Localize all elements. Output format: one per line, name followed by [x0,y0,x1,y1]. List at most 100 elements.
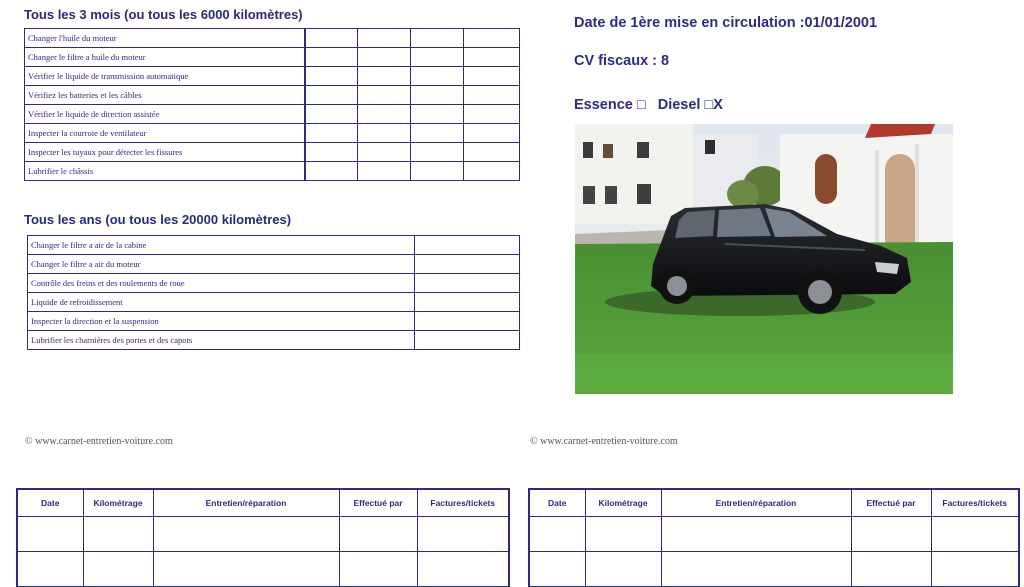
task-label: Changer l'huile du moteur [24,28,305,48]
check-cell[interactable] [463,47,520,67]
check-cell[interactable] [303,66,358,86]
log-cell[interactable] [152,516,340,552]
check-cell[interactable] [463,66,520,86]
check-cell[interactable] [414,311,520,331]
task-label: Lubrifier le châssis [24,161,305,181]
log-cell[interactable] [338,516,418,552]
log-cell[interactable] [82,516,154,552]
check-cell[interactable] [463,161,520,181]
car-photo [575,124,953,394]
task-label: Changer le filtre a huile du moteur [24,47,305,67]
check-cell[interactable] [303,28,358,48]
check-cell[interactable] [303,104,358,124]
check-cell[interactable] [414,292,520,312]
table-row: Inspecter les tuyaux pour détecter les f… [24,142,520,162]
task-label: Changer le filtre a air du moteur [27,254,415,274]
check-cell[interactable] [410,161,464,181]
table-row: Changer le filtre a air de la cabine [27,235,520,255]
log-cell[interactable] [82,551,154,587]
log-cell[interactable] [416,516,510,552]
table-row: Vérifier le liquide de transmission auto… [24,66,520,86]
check-cell[interactable] [463,85,520,105]
copyright-left: © www.carnet-entretien-voiture.com [25,436,173,447]
table-row: Changer l'huile du moteur [24,28,520,48]
check-cell[interactable] [463,123,520,143]
check-cell[interactable] [410,66,464,86]
check-cell[interactable] [357,66,411,86]
task-label: Inspecter les tuyaux pour détecter les f… [24,142,305,162]
log-cell[interactable] [16,551,84,587]
check-cell[interactable] [303,123,358,143]
column-header-invoices: Factures/tickets [416,488,510,517]
check-cell[interactable] [463,28,520,48]
check-cell[interactable] [410,85,464,105]
table-row: Changer le filtre a air du moteur [27,254,520,274]
task-label: Vérifier le liquide de transmission auto… [24,66,305,86]
log-cell[interactable] [16,516,84,552]
table-row [16,516,510,552]
check-cell[interactable] [463,142,520,162]
table-row: Contrôle des freins et des roulements de… [27,273,520,293]
task-label: Changer le filtre a air de la cabine [27,235,415,255]
log-cell[interactable] [528,551,586,587]
log-cell[interactable] [528,516,586,552]
table-row: Liquide de refroidissement [27,292,520,312]
column-header-performed-by: Effectué par [850,488,932,517]
table-row [528,551,1020,587]
column-header-invoices: Factures/tickets [930,488,1020,517]
log-cell[interactable] [850,551,932,587]
table-row: Changer le filtre a huile du moteur [24,47,520,67]
copyright-right: © www.carnet-entretien-voiture.com [530,436,678,447]
task-label: Vérifiez les batteries et les câbles [24,85,305,105]
quarterly-section-title: Tous les 3 mois (ou tous les 6000 kilomè… [24,7,303,22]
fiscal-horsepower: CV fiscaux : 8 [574,53,670,69]
column-header-performed-by: Effectué par [338,488,418,517]
column-header-service: Entretien/réparation [660,488,852,517]
check-cell[interactable] [303,161,358,181]
check-cell[interactable] [414,254,520,274]
check-cell[interactable] [410,142,464,162]
maintenance-log-table-right: Date Kilométrage Entretien/réparation Ef… [528,488,1020,587]
check-cell[interactable] [414,235,520,255]
table-header-row: Date Kilométrage Entretien/réparation Ef… [16,488,510,517]
table-row: Inspecter la direction et la suspension [27,311,520,331]
column-header-date: Date [528,488,586,517]
check-cell[interactable] [414,273,520,293]
check-cell[interactable] [357,123,411,143]
check-cell[interactable] [357,28,411,48]
check-cell[interactable] [410,47,464,67]
check-cell[interactable] [410,104,464,124]
check-cell[interactable] [414,330,520,350]
check-cell[interactable] [357,104,411,124]
check-cell[interactable] [303,47,358,67]
check-cell[interactable] [303,142,358,162]
log-cell[interactable] [930,551,1020,587]
check-cell[interactable] [463,104,520,124]
column-header-date: Date [16,488,84,517]
quarterly-checklist-table: Changer l'huile du moteur Changer le fil… [24,28,520,181]
log-cell[interactable] [850,516,932,552]
task-label: Liquide de refroidissement [27,292,415,312]
yearly-checklist-table: Changer le filtre a air de la cabine Cha… [27,235,520,350]
log-cell[interactable] [584,516,662,552]
log-cell[interactable] [338,551,418,587]
check-cell[interactable] [357,142,411,162]
maintenance-log-table-left: Date Kilométrage Entretien/réparation Ef… [16,488,510,587]
table-header-row: Date Kilométrage Entretien/réparation Ef… [528,488,1020,517]
column-header-service: Entretien/réparation [152,488,340,517]
check-cell[interactable] [410,123,464,143]
log-cell[interactable] [584,551,662,587]
check-cell[interactable] [357,47,411,67]
log-cell[interactable] [152,551,340,587]
log-cell[interactable] [660,516,852,552]
log-cell[interactable] [660,551,852,587]
check-cell[interactable] [357,161,411,181]
check-cell[interactable] [303,85,358,105]
check-cell[interactable] [357,85,411,105]
task-label: Vérifier le liquide de direction assisté… [24,104,305,124]
task-label: Contrôle des freins et des roulements de… [27,273,415,293]
log-cell[interactable] [416,551,510,587]
check-cell[interactable] [410,28,464,48]
first-registration-date: Date de 1ère mise en circulation :01/01/… [574,15,878,31]
log-cell[interactable] [930,516,1020,552]
